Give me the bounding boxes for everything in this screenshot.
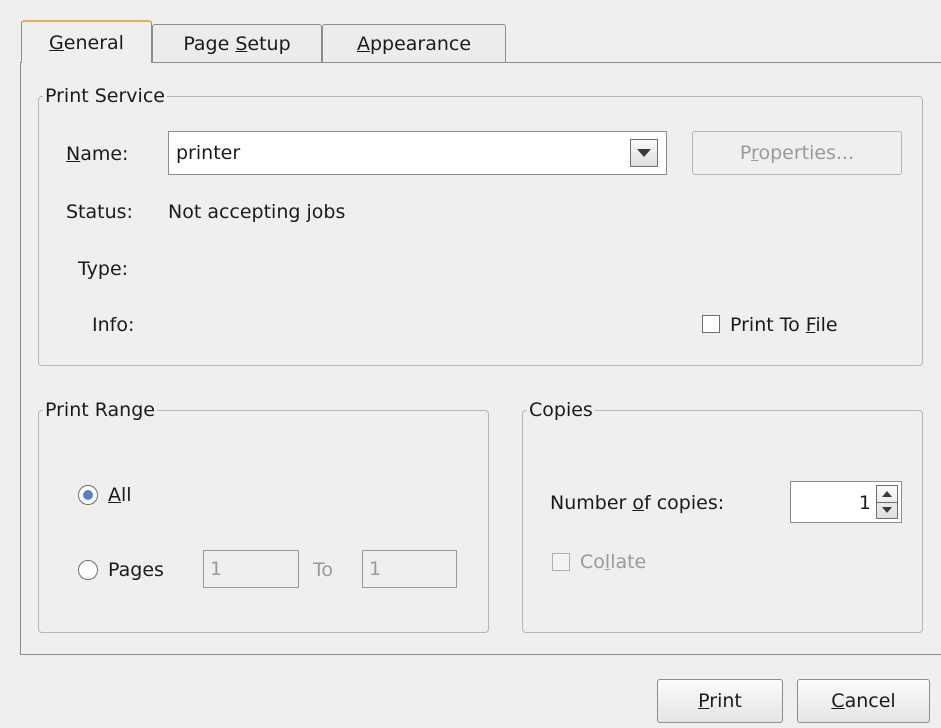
- print-dialog: General Page Setup Appearance Print Serv…: [0, 0, 941, 728]
- tab-general-label: General: [49, 31, 124, 54]
- tab-page-setup[interactable]: Page Setup: [152, 24, 322, 62]
- radio-selected-dot: [83, 490, 93, 500]
- pages-radio-label: Pages: [108, 559, 164, 581]
- pages-to-label: To: [313, 559, 334, 581]
- all-pages-radio[interactable]: [78, 485, 98, 505]
- print-button-label: Print: [698, 690, 742, 712]
- status-value: Not accepting jobs: [168, 201, 346, 223]
- status-label: Status:: [66, 201, 133, 223]
- cancel-button-label: Cancel: [831, 690, 896, 712]
- properties-button-label: Properties...: [739, 142, 855, 164]
- number-of-copies-label: Number of copies:: [550, 492, 725, 514]
- spinner-increment-button[interactable]: [877, 486, 897, 503]
- copies-title: Copies: [527, 397, 595, 423]
- print-to-file-checkbox[interactable]: [702, 315, 720, 333]
- spinner-buttons: [876, 485, 898, 519]
- all-radio-label: All: [108, 484, 132, 506]
- number-of-copies-value: 1: [858, 492, 871, 514]
- printer-name-combobox[interactable]: printer: [168, 131, 667, 175]
- print-range-group: Print Range: [38, 397, 489, 633]
- tab-appearance[interactable]: Appearance: [322, 24, 506, 62]
- cancel-button[interactable]: Cancel: [797, 679, 930, 723]
- pages-from-field[interactable]: 1: [203, 550, 299, 588]
- tab-general[interactable]: General: [21, 20, 152, 63]
- printer-name-value: printer: [176, 142, 241, 164]
- arrow-down-icon: [882, 507, 892, 513]
- tab-appearance-label: Appearance: [356, 32, 472, 55]
- collate-checkbox[interactable]: [552, 553, 570, 571]
- chevron-down-icon: [637, 149, 651, 157]
- pages-radio[interactable]: [78, 560, 98, 580]
- number-of-copies-spinner[interactable]: 1: [790, 481, 902, 523]
- pages-to-field[interactable]: 1: [362, 550, 457, 588]
- combobox-dropdown-button[interactable]: [630, 139, 658, 167]
- tab-page-setup-label: Page Setup: [183, 32, 291, 55]
- print-service-title: Print Service: [43, 83, 167, 109]
- type-label: Type:: [78, 258, 129, 280]
- properties-button[interactable]: Properties...: [692, 131, 902, 175]
- collate-label: Collate: [580, 551, 647, 573]
- print-button[interactable]: Print: [657, 679, 783, 723]
- spinner-decrement-button[interactable]: [877, 502, 897, 518]
- info-label: Info:: [92, 314, 135, 336]
- print-to-file-label: Print To File: [730, 314, 838, 336]
- print-range-title: Print Range: [43, 397, 157, 423]
- name-label: Name:: [66, 143, 129, 165]
- arrow-up-icon: [882, 491, 892, 497]
